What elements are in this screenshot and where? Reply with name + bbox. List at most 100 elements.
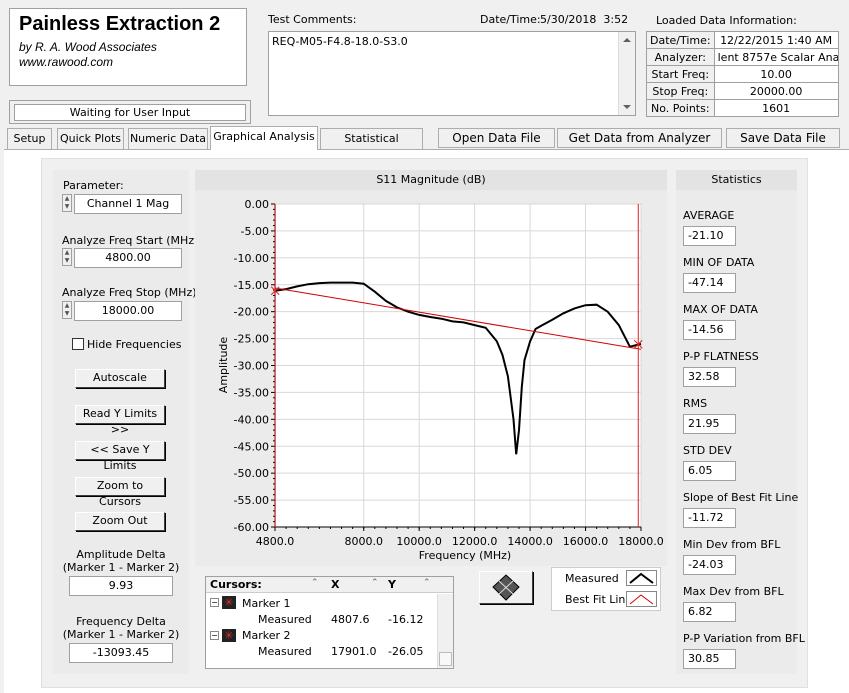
tab-quick-plots[interactable]: Quick Plots — [57, 128, 124, 149]
freq-stop-input[interactable]: 18000.00 — [74, 301, 182, 321]
stat-label: Slope of Best Fit Line — [683, 491, 799, 504]
legend-measured-swatch[interactable] — [626, 570, 657, 586]
comments-text: REQ-M05-F4.8-18.0-S3.0 — [272, 35, 408, 48]
cursor-x[interactable]: 4807.6 — [331, 613, 370, 626]
sort-icon[interactable]: ⌃ — [423, 578, 431, 588]
stat-label: STD DEV — [683, 444, 732, 457]
s11-chart[interactable]: 0.00 -5.00 -10.00 -15.00 -20.00 -25.00 -30.00 -… — [195, 190, 667, 566]
loaded-info-row: Stop Freq: 20000.00 — [646, 82, 839, 100]
stat-label: MIN OF DATA — [683, 256, 755, 269]
cursor-y[interactable]: -26.05 — [388, 645, 423, 658]
read-y-limits-button[interactable]: Read Y Limits >> — [75, 405, 165, 436]
cursors-scrollbar[interactable] — [437, 594, 453, 668]
amplitude-delta-sublabel: (Marker 1 - Marker 2) — [62, 561, 180, 574]
stat-value: 32.58 — [683, 367, 736, 387]
cursors-header: Cursors: ⌃ X ⌃ Y ⌃ — [206, 577, 453, 593]
stat-label: AVERAGE — [683, 209, 735, 222]
comments-textarea[interactable]: REQ-M05-F4.8-18.0-S3.0 — [268, 31, 636, 116]
tree-collapse-icon[interactable]: − — [210, 631, 219, 640]
zoom-out-button[interactable]: Zoom Out — [75, 512, 165, 531]
hide-frequencies-label: Hide Frequencies — [87, 338, 182, 351]
autoscale-button[interactable]: Autoscale — [75, 369, 165, 388]
save-data-file-button[interactable]: Save Data File — [726, 128, 840, 148]
freq-start-spinner[interactable]: ▲ ▼ — [62, 248, 72, 266]
y-tick-label: -35.00 — [234, 386, 269, 399]
loaded-info-label: Date/Time: — [646, 31, 715, 49]
cursors-header-y: Y — [388, 578, 396, 591]
stat-value: -11.72 — [683, 508, 736, 528]
sort-icon[interactable]: ⌃ — [311, 578, 319, 588]
loaded-info-value: lent 8757e Scalar Analyz — [713, 48, 839, 66]
scroll-up-icon[interactable] — [623, 38, 631, 42]
x-tick-label: 4800.0 — [256, 535, 295, 548]
y-tick-label: -40.00 — [234, 413, 269, 426]
website: www.rawood.com — [19, 55, 114, 69]
stat-value: 6.05 — [683, 461, 736, 481]
cursor-name[interactable]: Marker 2 — [242, 629, 291, 642]
y-tick-label: -15.00 — [234, 279, 269, 292]
open-data-file-button[interactable]: Open Data File — [438, 128, 555, 148]
marker-crosshair-icon: ✳ — [222, 596, 236, 609]
save-y-limits-button[interactable]: << Save Y Limits — [75, 441, 165, 472]
zoom-to-cursors-button[interactable]: Zoom to Cursors — [75, 477, 165, 508]
freq-stop-label: Analyze Freq Stop (MHz) — [62, 286, 197, 299]
stat-value: -47.14 — [683, 273, 736, 293]
stat-label: MAX OF DATA — [683, 303, 758, 316]
loaded-info-table: Date/Time: 12/22/2015 1:40 AM Analyzer: len… — [646, 31, 839, 117]
cursors-header-name: Cursors: — [210, 578, 262, 591]
loaded-info-row: No. Points: 1601 — [646, 99, 839, 117]
comments-scrollbar[interactable] — [618, 32, 635, 115]
cursor-x[interactable]: 17901.0 — [331, 645, 377, 658]
cursor-name[interactable]: Marker 1 — [242, 597, 291, 610]
parameter-spinner[interactable]: ▲ ▼ — [62, 194, 72, 212]
get-data-from-analyzer-button[interactable]: Get Data from Analyzer — [557, 128, 722, 148]
x-tick-label: 14000.0 — [507, 535, 553, 548]
cursor-sub: Measured — [258, 645, 312, 658]
cursors-rows: − ✳ Marker 1 Measured 4807.6 -16.12 − ✳ … — [206, 594, 436, 668]
tree-collapse-icon[interactable]: − — [210, 598, 219, 607]
y-tick-label: -60.00 — [234, 521, 269, 534]
stat-label: P-P Variation from BFL — [683, 632, 805, 645]
tab-setup[interactable]: Setup — [7, 128, 52, 149]
parameter-select[interactable]: Channel 1 Mag — [74, 194, 182, 214]
diamond-arrows-icon — [492, 574, 520, 601]
stat-label: P-P FLATNESS — [683, 350, 759, 363]
x-tick-label: 8000.0 — [344, 535, 383, 548]
cursor-move-control[interactable] — [479, 571, 533, 604]
tab-graphical-analysis[interactable]: Graphical Analysis — [210, 126, 318, 150]
comments-label: Test Comments: — [268, 13, 357, 26]
sort-icon[interactable]: ⌃ — [371, 578, 379, 588]
loaded-info-label: Stop Freq: — [646, 82, 715, 100]
y-tick-label: 0.00 — [245, 198, 270, 211]
hide-frequencies-checkbox[interactable] — [72, 338, 84, 350]
stat-value: 30.85 — [683, 649, 736, 669]
tab-numeric-data[interactable]: Numeric Data — [128, 128, 208, 149]
cursor-y[interactable]: -16.12 — [388, 613, 423, 626]
legend-bfl-label: Best Fit Line — [565, 593, 633, 606]
freq-stop-spinner[interactable]: ▲ ▼ — [62, 301, 72, 319]
y-axis-label: Amplitude — [217, 337, 230, 394]
tab-statistical-analysis[interactable]: Statistical Analysis — [320, 128, 423, 164]
x-tick-label: 12000.0 — [452, 535, 498, 548]
y-tick-label: -30.00 — [234, 360, 269, 373]
frequency-delta-value: -13093.45 — [69, 643, 173, 663]
stats-title: Statistics — [711, 173, 762, 186]
scroll-thumb[interactable] — [439, 652, 452, 666]
stat-value: -14.56 — [683, 320, 736, 340]
x-tick-label: 16000.0 — [563, 535, 609, 548]
freq-start-input[interactable]: 4800.00 — [74, 248, 182, 268]
y-tick-label: -45.00 — [234, 440, 269, 453]
scroll-down-icon[interactable] — [623, 105, 631, 109]
cursors-panel: Cursors: ⌃ X ⌃ Y ⌃ − ✳ Marker 1 Measured… — [205, 576, 454, 669]
cursors-header-x: X — [331, 578, 340, 591]
legend-bfl-swatch[interactable] — [626, 591, 657, 607]
y-tick-label: -5.00 — [241, 225, 269, 238]
y-tick-label: -25.00 — [234, 333, 269, 346]
loaded-info-value: 20000.00 — [713, 82, 839, 100]
amplitude-delta-label: Amplitude Delta — [76, 548, 166, 561]
loaded-info-label: Start Freq: — [646, 65, 715, 83]
x-tick-label: 18000.0 — [618, 535, 664, 548]
app-title: Painless Extraction 2 — [19, 13, 221, 35]
stat-label: Max Dev from BFL — [683, 585, 784, 598]
stats-title-bar: Statistics — [676, 170, 797, 190]
